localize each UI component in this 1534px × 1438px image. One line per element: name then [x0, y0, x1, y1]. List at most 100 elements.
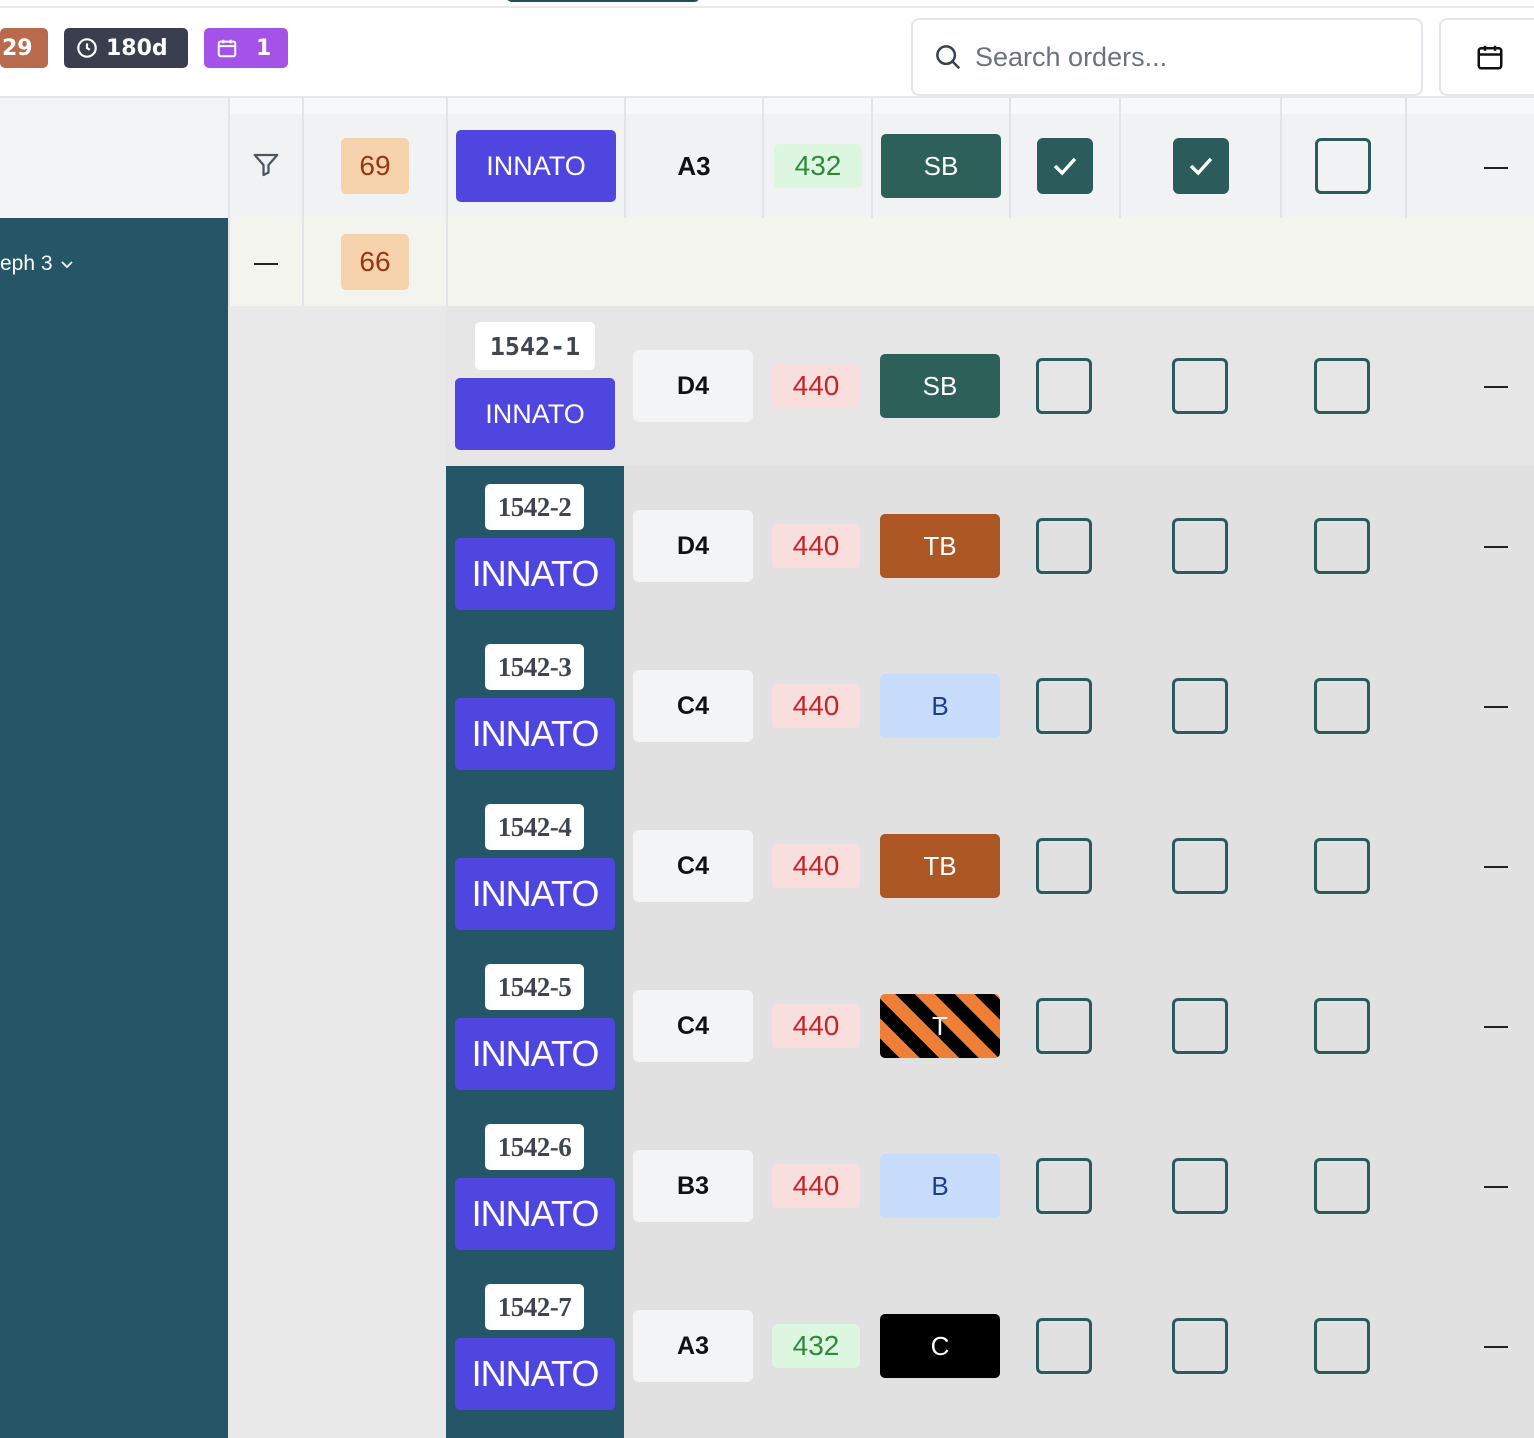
brand-button[interactable]: INNATO [455, 378, 615, 450]
value-badge: 432 [772, 1324, 860, 1368]
summary-count-badge: 69 [341, 138, 409, 194]
calendar-filter-badge[interactable]: 1 [204, 28, 288, 68]
type-badge: T [880, 994, 1000, 1058]
dash-placeholder [1484, 167, 1508, 169]
type-badge: B [880, 1154, 1000, 1218]
position-label: B3 [633, 1150, 753, 1222]
brand-button[interactable]: INNATO [455, 858, 615, 930]
type-badge: SB [880, 354, 1000, 418]
filter-icon[interactable] [251, 150, 281, 180]
search-input[interactable] [973, 40, 1397, 74]
type-badge: TB [880, 514, 1000, 578]
days-filter-label: 180d [106, 35, 168, 61]
checkbox-2[interactable] [1172, 998, 1228, 1054]
brand-button[interactable]: INNATO [455, 1018, 615, 1090]
position-label: D4 [633, 350, 753, 422]
brand-button[interactable]: INNATO [456, 130, 616, 202]
checkbox-3[interactable] [1314, 998, 1370, 1054]
group-row [230, 218, 1534, 306]
checkbox-1[interactable] [1036, 518, 1092, 574]
order-id-label: 1542-3 [485, 644, 584, 690]
group-label: eph 3 [0, 252, 53, 275]
value-badge: 440 [772, 844, 860, 888]
checkbox-2[interactable] [1172, 1318, 1228, 1374]
column-divider [446, 98, 448, 306]
checkbox-2[interactable] [1172, 838, 1228, 894]
checkbox-3[interactable] [1314, 838, 1370, 894]
type-badge: TB [880, 834, 1000, 898]
days-filter-badge[interactable]: 180d [64, 28, 188, 68]
checkmark-icon [1189, 157, 1213, 176]
date-picker-button[interactable] [1439, 18, 1534, 96]
calendar-icon [1477, 45, 1503, 70]
value-badge: 440 [772, 364, 860, 408]
dash-placeholder [1484, 546, 1508, 548]
count-badge-label: 29 [2, 35, 33, 61]
group-toggle[interactable]: eph 3 [0, 252, 75, 276]
dash-placeholder [1484, 1026, 1508, 1028]
calendar-filter-label: 1 [256, 35, 272, 61]
value-badge: 440 [772, 524, 860, 568]
dash-placeholder [1484, 386, 1508, 388]
order-id-label: 1542-4 [485, 804, 584, 850]
checkbox-1[interactable] [1036, 1318, 1092, 1374]
checkbox-3[interactable] [1314, 518, 1370, 574]
checkbox-2[interactable] [1173, 138, 1229, 194]
checkbox-1[interactable] [1036, 358, 1092, 414]
group-count-badge: 66 [341, 234, 409, 290]
left-header-cell [0, 98, 230, 218]
top-tab-strip [0, 0, 1534, 8]
type-badge: C [880, 1314, 1000, 1378]
position-label: A3 [677, 150, 711, 181]
checkbox-1[interactable] [1036, 1158, 1092, 1214]
checkbox-3[interactable] [1314, 1158, 1370, 1214]
indent-spacer [228, 306, 446, 1438]
checkbox-3[interactable] [1315, 138, 1371, 194]
column-divider [1119, 98, 1121, 218]
value-badge: 440 [772, 684, 860, 728]
count-badge[interactable]: 29 [0, 28, 48, 68]
checkbox-1[interactable] [1036, 838, 1092, 894]
checkbox-1[interactable] [1036, 998, 1092, 1054]
order-id-label: 1542-1 [475, 322, 595, 370]
position-label: A3 [633, 1310, 753, 1382]
clock-icon [77, 38, 97, 58]
column-divider [1009, 98, 1011, 218]
row-background [624, 466, 1534, 1438]
position-label: C4 [633, 670, 753, 742]
position-label: C4 [633, 990, 753, 1062]
value-badge: 440 [772, 1004, 860, 1048]
checkbox-2[interactable] [1172, 678, 1228, 734]
calendar-icon [217, 39, 237, 58]
brand-button[interactable]: INNATO [455, 1338, 615, 1410]
dash-placeholder [1484, 706, 1508, 708]
checkbox-2[interactable] [1172, 358, 1228, 414]
checkbox-3[interactable] [1314, 358, 1370, 414]
column-divider [1280, 98, 1282, 218]
toolbar: 29 180d 1 [0, 8, 1534, 98]
brand-button[interactable]: INNATO [455, 1178, 615, 1250]
search-box [911, 18, 1423, 96]
order-id-label: 1542-5 [485, 964, 584, 1010]
column-divider [762, 98, 764, 218]
checkbox-2[interactable] [1172, 1158, 1228, 1214]
brand-button[interactable]: INNATO [455, 538, 615, 610]
order-id-label: 1542-6 [485, 1124, 584, 1170]
checkbox-1[interactable] [1036, 678, 1092, 734]
checkbox-2[interactable] [1172, 518, 1228, 574]
checkbox-3[interactable] [1314, 678, 1370, 734]
checkbox-1[interactable] [1037, 138, 1093, 194]
order-id-label: 1542-7 [485, 1284, 584, 1330]
search-icon [936, 45, 961, 70]
position-label: C4 [633, 830, 753, 902]
brand-button[interactable]: INNATO [455, 698, 615, 770]
checkbox-3[interactable] [1314, 1318, 1370, 1374]
position-label: D4 [633, 510, 753, 582]
value-badge: 440 [772, 1164, 860, 1208]
dash-placeholder [1484, 1186, 1508, 1188]
active-tab-indicator [506, 0, 700, 2]
column-divider [228, 98, 230, 306]
group-sidebar: eph 3 [0, 218, 228, 1438]
value-badge: 432 [774, 144, 862, 188]
dash-placeholder [1484, 866, 1508, 868]
